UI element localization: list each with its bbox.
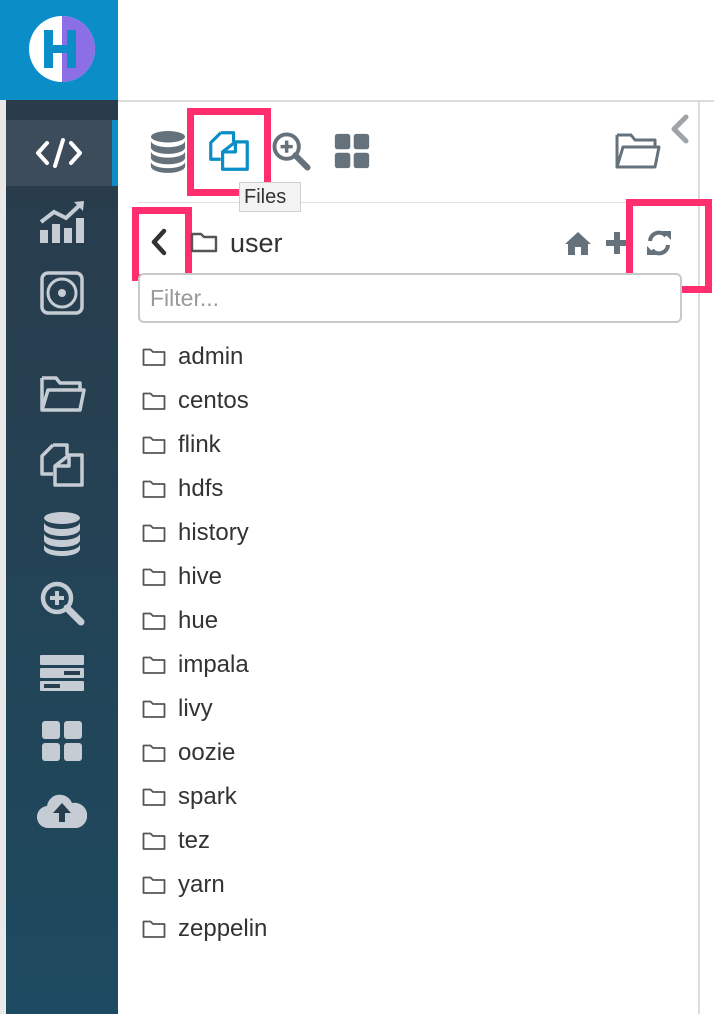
nav-apps[interactable] <box>6 708 118 774</box>
folder-name: admin <box>178 343 244 370</box>
folder-item[interactable]: impala <box>142 643 662 687</box>
folder-icon <box>142 744 166 762</box>
folder-item[interactable]: hue <box>142 599 662 643</box>
files-tooltip: Files <box>239 182 301 212</box>
nav-scheduler[interactable] <box>6 260 118 326</box>
home-icon <box>565 232 591 255</box>
search-plus-icon <box>40 581 85 626</box>
folder-icon <box>142 788 166 806</box>
folder-item[interactable]: livy <box>142 687 662 731</box>
home-button[interactable] <box>563 229 593 257</box>
folder-name: hdfs <box>178 475 224 502</box>
folder-name: impala <box>178 651 249 678</box>
current-path: user <box>230 228 283 258</box>
folder-item[interactable]: hdfs <box>142 467 662 511</box>
folder-name: hive <box>178 563 223 590</box>
assist-tab-sql[interactable] <box>148 128 188 174</box>
folder-item[interactable]: oozie <box>142 731 662 775</box>
folder-name: centos <box>178 387 249 414</box>
folder-icon <box>142 480 166 498</box>
database-icon <box>150 131 186 173</box>
folder-icon <box>142 876 166 894</box>
nav-tables[interactable] <box>6 500 118 566</box>
nav-importer[interactable] <box>6 778 118 844</box>
collapse-panel-chevron-icon[interactable] <box>668 114 692 144</box>
folder-name: tez <box>178 827 211 854</box>
server-icon <box>40 655 84 691</box>
open-file-browser-button[interactable] <box>612 128 662 172</box>
folder-icon <box>142 524 166 542</box>
logo-bar <box>0 0 118 100</box>
nav-dashboard[interactable] <box>6 189 118 255</box>
assist-tab-jobs[interactable] <box>270 130 312 172</box>
files-icon <box>40 443 84 487</box>
database-icon <box>44 512 80 556</box>
folder-name: oozie <box>178 739 236 766</box>
folder-item[interactable]: centos <box>142 379 662 423</box>
nav-servers[interactable] <box>6 640 118 706</box>
highlight-box-back <box>132 207 192 281</box>
toolbar-separator <box>138 202 698 203</box>
folder-icon <box>142 568 166 586</box>
grid-icon <box>334 133 370 169</box>
folder-item[interactable]: flink <box>142 423 662 467</box>
folder-name: hue <box>178 607 219 634</box>
folder-icon <box>142 348 166 366</box>
folder-icon <box>142 392 166 410</box>
nav-files[interactable] <box>6 432 118 498</box>
nav-editor[interactable] <box>6 120 118 186</box>
folder-item[interactable]: hive <box>142 555 662 599</box>
folder-open-icon <box>40 376 86 412</box>
folder-name: zeppelin <box>178 915 268 942</box>
hue-logo[interactable] <box>0 0 118 100</box>
nav-documents[interactable] <box>6 360 118 426</box>
folder-item[interactable]: history <box>142 511 662 555</box>
folder-name: spark <box>178 783 237 810</box>
folder-name: history <box>178 519 249 546</box>
folder-icon <box>142 920 166 938</box>
folder-item[interactable]: zeppelin <box>142 907 662 951</box>
folder-icon <box>142 832 166 850</box>
nav-jobs[interactable] <box>6 570 118 636</box>
folder-name: livy <box>178 695 213 722</box>
folder-item[interactable]: yarn <box>142 863 662 907</box>
code-icon <box>36 138 82 168</box>
panel-top-border <box>118 100 714 102</box>
assist-tab-apps[interactable] <box>332 132 372 170</box>
cloud-upload-icon <box>37 794 87 829</box>
folder-icon <box>190 232 218 253</box>
folder-icon <box>142 700 166 718</box>
folder-icon <box>142 656 166 674</box>
chart-icon <box>39 201 84 243</box>
search-plus-icon <box>272 132 311 171</box>
folder-list: admin centos flink hdfs history hive hue impala… <box>142 335 662 951</box>
folder-item[interactable]: spark <box>142 775 662 819</box>
grid-icon <box>42 721 82 761</box>
folder-item[interactable]: admin <box>142 335 662 379</box>
folder-item[interactable]: tez <box>142 819 662 863</box>
left-nav-sidebar <box>6 100 118 1014</box>
folder-icon <box>142 436 166 454</box>
folder-icon <box>142 612 166 630</box>
folder-name: yarn <box>178 871 225 898</box>
target-icon <box>40 271 84 315</box>
folder-name: flink <box>178 431 221 458</box>
folder-open-icon <box>615 133 661 169</box>
filter-input[interactable] <box>138 273 682 323</box>
